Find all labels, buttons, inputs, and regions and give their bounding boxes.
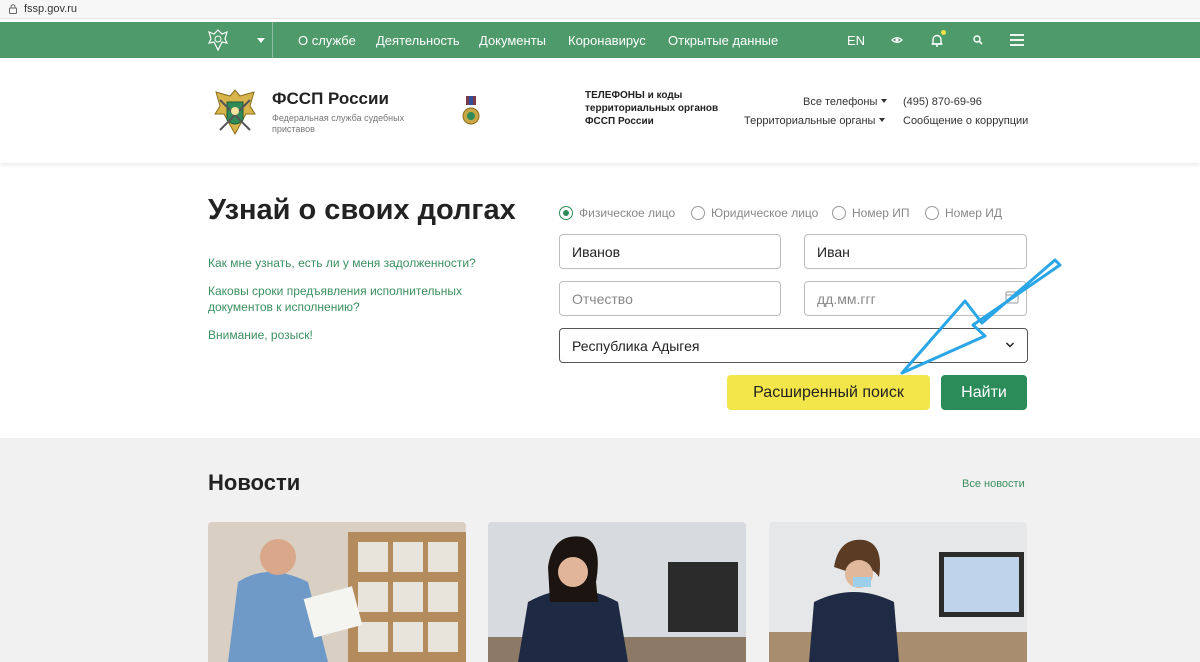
language-switch[interactable]: EN xyxy=(847,33,865,48)
search-icon[interactable] xyxy=(969,31,987,49)
advanced-search-button[interactable]: Расширенный поиск xyxy=(727,375,930,410)
find-button[interactable]: Найти xyxy=(941,375,1027,410)
radio-individual[interactable]: Физическое лицо xyxy=(559,206,675,222)
all-phones-label: Все телефоны xyxy=(803,96,878,108)
news-title: Новости xyxy=(208,470,301,495)
coat-of-arms-icon[interactable] xyxy=(205,27,231,53)
news-card-image[interactable] xyxy=(769,522,1027,662)
notification-dot xyxy=(941,30,946,35)
caret-down-icon xyxy=(881,99,888,103)
radio-ip-number[interactable]: Номер ИП xyxy=(832,206,910,222)
radio-label: Юридическое лицо xyxy=(711,206,819,220)
hamburger-menu-icon[interactable] xyxy=(1008,31,1026,49)
region-selected-value: Республика Адыгея xyxy=(572,338,700,354)
all-phones-dropdown[interactable]: Все телефоны xyxy=(803,96,888,108)
news-card-image[interactable] xyxy=(488,522,746,662)
medal-icon xyxy=(462,96,480,125)
radio-label: Номер ИП xyxy=(852,206,910,220)
brand-title[interactable]: ФССП России xyxy=(272,89,389,109)
radio-legal-entity[interactable]: Юридическое лицо xyxy=(691,206,818,222)
top-nav: О службе Деятельность Документы Коронави… xyxy=(0,22,1200,58)
menu-item-coronavirus[interactable]: Коронавирус xyxy=(568,33,646,48)
phone-number[interactable]: (495) 870-69-96 xyxy=(903,96,982,108)
browser-address-bar[interactable]: fssp.gov.ru xyxy=(0,0,1200,19)
news-card-image[interactable] xyxy=(208,522,466,662)
radio-dot xyxy=(925,206,939,220)
brand-subtitle: Федеральная служба судебных приставов xyxy=(272,113,405,134)
fssp-emblem-icon[interactable] xyxy=(210,86,260,138)
last-name-input[interactable] xyxy=(559,234,781,269)
radio-dot xyxy=(559,206,573,220)
news-photo-officer-computer xyxy=(488,522,746,662)
menu-item-documents[interactable]: Документы xyxy=(479,33,546,48)
radio-label: Номер ИД xyxy=(945,206,1003,220)
page-title: Узнай о своих долгах xyxy=(208,194,516,226)
menu-item-open-data[interactable]: Открытые данные xyxy=(668,33,778,48)
chevron-down-icon[interactable] xyxy=(257,38,265,43)
news-photo-officer-documents xyxy=(208,522,466,662)
menu-item-about[interactable]: О службе xyxy=(298,33,356,48)
news-photo-officer-workstation xyxy=(769,522,1027,662)
browser-url[interactable]: fssp.gov.ru xyxy=(24,3,77,15)
wanted-link[interactable]: Внимание, розыск! xyxy=(208,327,408,343)
all-news-link[interactable]: Все новости xyxy=(962,478,1025,490)
site-header: ФССП России Федеральная служба судебных … xyxy=(0,58,1200,163)
annotation-arrow xyxy=(900,258,1062,375)
debt-check-link[interactable]: Как мне узнать, есть ли у меня задолженн… xyxy=(208,255,508,271)
radio-label: Физическое лицо xyxy=(579,206,676,220)
caret-down-icon xyxy=(879,118,886,122)
corruption-report-link[interactable]: Сообщение о коррупции xyxy=(903,115,1028,127)
territorial-label: Территориальные органы xyxy=(744,115,876,127)
eye-icon[interactable] xyxy=(888,31,906,49)
lock-icon xyxy=(9,4,17,14)
patronymic-input[interactable] xyxy=(559,281,781,316)
radio-id-number[interactable]: Номер ИД xyxy=(925,206,1002,222)
deadlines-link[interactable]: Каковы сроки предъявления исполнительных… xyxy=(208,283,468,315)
phones-title[interactable]: ТЕЛЕФОНЫ и коды территориальных органов … xyxy=(585,89,725,128)
territorial-dropdown[interactable]: Территориальные органы xyxy=(744,115,886,127)
nav-divider xyxy=(272,22,273,58)
radio-dot xyxy=(691,206,705,220)
radio-dot xyxy=(832,206,846,220)
menu-item-activity[interactable]: Деятельность xyxy=(376,33,460,48)
